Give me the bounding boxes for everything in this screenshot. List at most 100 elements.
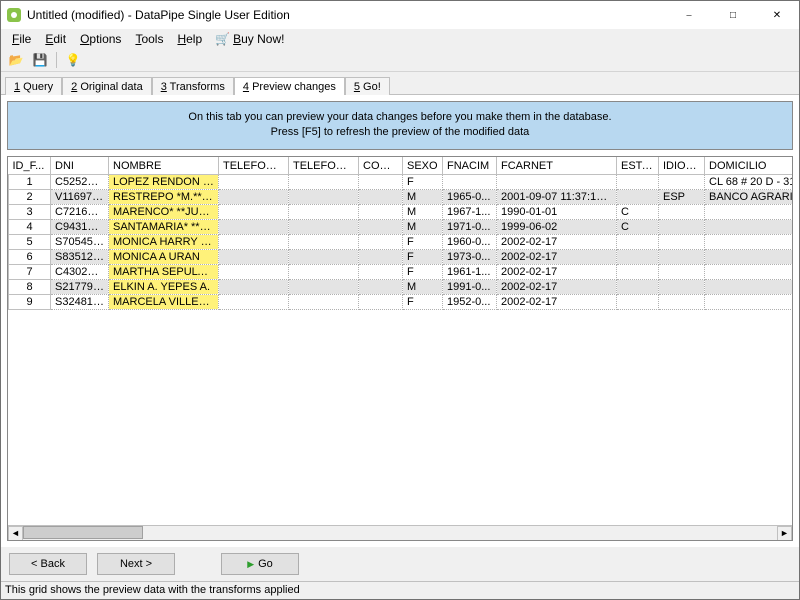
cell[interactable]: 6 (9, 250, 51, 265)
cell[interactable]: BANCO AGRARIO (705, 190, 794, 205)
cell[interactable]: C43028837 (51, 265, 109, 280)
horizontal-scrollbar[interactable]: ◄ ► (8, 525, 792, 540)
cell[interactable]: 1952-0... (443, 295, 497, 310)
cell[interactable] (359, 190, 403, 205)
cell[interactable]: 2002-02-17 (497, 250, 617, 265)
cell[interactable] (289, 265, 359, 280)
cell[interactable] (659, 280, 705, 295)
cell[interactable]: C94310204 (51, 220, 109, 235)
cell[interactable] (219, 220, 289, 235)
table-row[interactable]: 4C94310204SANTAMARIA* **NICA...M1971-0..… (9, 220, 794, 235)
menu-help[interactable]: Help (170, 30, 209, 48)
cell[interactable]: 1973-0... (443, 250, 497, 265)
cell[interactable]: SANTAMARIA* **NICA... (109, 220, 219, 235)
column-header[interactable]: CODP... (359, 157, 403, 175)
cell[interactable]: M (403, 205, 443, 220)
scroll-left-arrow[interactable]: ◄ (8, 526, 23, 541)
back-button[interactable]: < Back (9, 553, 87, 575)
cell[interactable]: F (403, 250, 443, 265)
cell[interactable]: RESTREPO *M.**ADIEL (109, 190, 219, 205)
cell[interactable] (659, 205, 705, 220)
cell[interactable] (659, 220, 705, 235)
cell[interactable] (289, 220, 359, 235)
cell[interactable]: M (403, 280, 443, 295)
cell[interactable]: 2002-02-17 (497, 265, 617, 280)
cell[interactable] (617, 235, 659, 250)
cell[interactable]: 1971-0... (443, 220, 497, 235)
tab-original-data[interactable]: 2 Original data (62, 77, 152, 95)
cell[interactable] (659, 250, 705, 265)
cell[interactable]: 3 (9, 205, 51, 220)
cell[interactable]: 8 (9, 280, 51, 295)
tab-go[interactable]: 5 Go! (345, 77, 390, 95)
table-row[interactable]: 8S217794...ELKIN A. YEPES A.M1991-0...20… (9, 280, 794, 295)
menu-tools[interactable]: Tools (128, 30, 170, 48)
cell[interactable]: 5 (9, 235, 51, 250)
cell[interactable]: S705453... (51, 235, 109, 250)
cell[interactable] (219, 190, 289, 205)
cell[interactable] (705, 280, 794, 295)
cell[interactable]: 2001-09-07 11:37:19 ... (497, 190, 617, 205)
tab-query[interactable]: 1 Query (5, 77, 62, 95)
cell[interactable]: MONICA A URAN (109, 250, 219, 265)
cell[interactable] (359, 280, 403, 295)
cell[interactable]: 1965-0... (443, 190, 497, 205)
column-header[interactable]: DNI (51, 157, 109, 175)
cell[interactable]: ESP (659, 190, 705, 205)
cell[interactable]: 1967-1... (443, 205, 497, 220)
cell[interactable] (289, 205, 359, 220)
minimize-button[interactable]: – (667, 1, 711, 29)
cell[interactable] (705, 220, 794, 235)
cell[interactable]: 1 (9, 175, 51, 190)
cell[interactable]: S324817... (51, 295, 109, 310)
cell[interactable]: MARCELA VILLEGAS A (109, 295, 219, 310)
cell[interactable]: 9 (9, 295, 51, 310)
preview-grid[interactable]: ID_F...DNINOMBRETELEFONOP...TELEFONOT...… (7, 156, 793, 541)
scroll-right-arrow[interactable]: ► (777, 526, 792, 541)
cell[interactable]: 2002-02-17 (497, 235, 617, 250)
column-header[interactable]: ID_F... (9, 157, 51, 175)
cell[interactable] (289, 295, 359, 310)
table-row[interactable]: 9S324817...MARCELA VILLEGAS AF1952-0...2… (9, 295, 794, 310)
cell[interactable]: F (403, 295, 443, 310)
cell[interactable]: CL 68 # 20 D - 31 ... (705, 175, 794, 190)
cell[interactable] (705, 235, 794, 250)
cell[interactable] (219, 175, 289, 190)
cell[interactable]: F (403, 175, 443, 190)
column-header[interactable]: NOMBRE (109, 157, 219, 175)
column-header[interactable]: SEXO (403, 157, 443, 175)
cell[interactable]: 7 (9, 265, 51, 280)
cell[interactable] (659, 175, 705, 190)
cell[interactable]: LOPEZ RENDON NANCY ... (109, 175, 219, 190)
cell[interactable] (705, 205, 794, 220)
cell[interactable] (443, 175, 497, 190)
cell[interactable] (705, 265, 794, 280)
cell[interactable] (219, 235, 289, 250)
column-header[interactable]: FNACIM (443, 157, 497, 175)
cell[interactable] (659, 235, 705, 250)
cell[interactable]: 1960-0... (443, 235, 497, 250)
close-button[interactable]: ✕ (755, 1, 799, 29)
cell[interactable]: S217794... (51, 280, 109, 295)
cell[interactable]: 1999-06-02 (497, 220, 617, 235)
cell[interactable] (497, 175, 617, 190)
menu-buy-now[interactable]: 🛒Buy Now! (209, 30, 290, 48)
cell[interactable] (359, 265, 403, 280)
table-row[interactable]: 3C72160103MARENCO* **JULIOM1967-1...1990… (9, 205, 794, 220)
cell[interactable] (359, 250, 403, 265)
table-row[interactable]: 6S835120...MONICA A URAN F1973-0...2002-0… (9, 250, 794, 265)
cell[interactable] (359, 175, 403, 190)
cell[interactable]: 2002-02-17 (497, 280, 617, 295)
cell[interactable]: S835120... (51, 250, 109, 265)
column-header[interactable]: TELEFONOP... (219, 157, 289, 175)
menu-options[interactable]: Options (73, 30, 128, 48)
cell[interactable]: M (403, 190, 443, 205)
column-header[interactable]: ESTA... (617, 157, 659, 175)
open-button[interactable]: 📂 (5, 50, 27, 70)
scroll-track[interactable] (23, 526, 777, 541)
cell[interactable] (359, 220, 403, 235)
table-row[interactable]: 2V116976...RESTREPO *M.**ADIELM1965-0...… (9, 190, 794, 205)
cell[interactable]: C (617, 205, 659, 220)
save-button[interactable]: 💾 (29, 50, 51, 70)
cell[interactable] (219, 295, 289, 310)
